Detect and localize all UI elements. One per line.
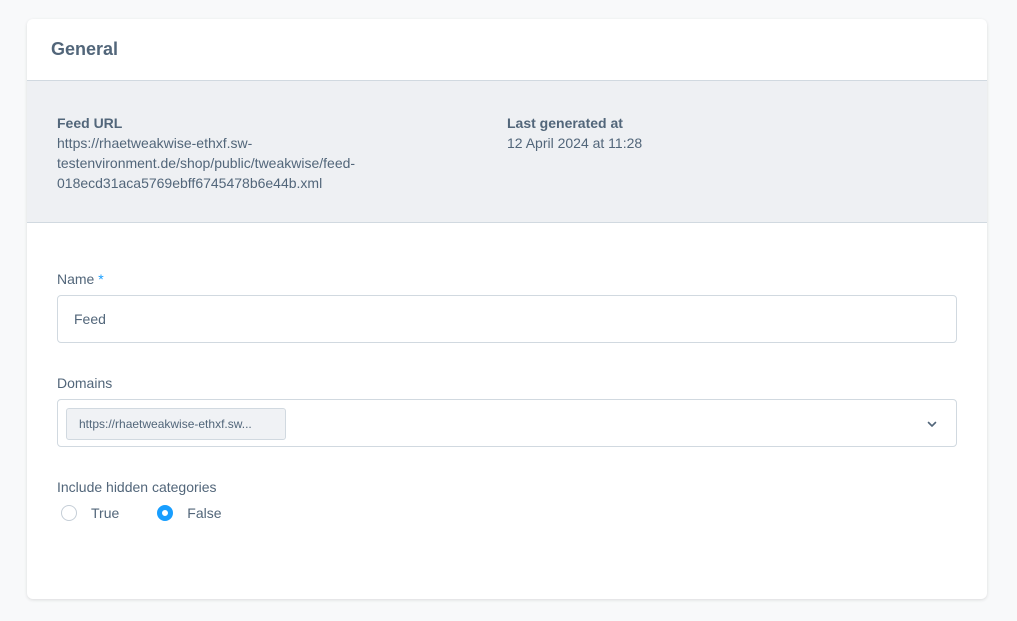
chevron-down-icon[interactable] — [926, 418, 938, 430]
hidden-categories-field-group: Include hidden categories True False — [57, 477, 957, 521]
domains-field-group: Domains https://rhaetweakwise-ethxf.sw..… — [57, 373, 957, 447]
name-input[interactable] — [57, 295, 957, 343]
feed-form: Name * Domains https://rhaetweakwise-eth… — [57, 223, 957, 521]
radio-false[interactable] — [157, 505, 174, 521]
radio-true[interactable] — [61, 505, 77, 521]
domains-select[interactable]: https://rhaetweakwise-ethxf.sw... — [57, 399, 957, 447]
card-header: General — [27, 19, 987, 81]
feed-url-block: Feed URL https://rhaetweakwise-ethxf.sw-… — [57, 113, 417, 193]
required-marker: * — [98, 271, 104, 287]
radio-false-label[interactable]: False — [187, 505, 221, 521]
hidden-categories-radio-group: True False — [57, 505, 957, 521]
card-title: General — [51, 39, 119, 59]
general-card: General Feed URL https://rhaetweakwise-e… — [27, 19, 987, 599]
name-label-text: Name — [57, 271, 95, 287]
feed-url-label: Feed URL — [57, 115, 123, 131]
radio-option-true[interactable]: True — [57, 505, 119, 521]
radio-option-false[interactable]: False — [153, 505, 222, 521]
feed-info-panel: Feed URL https://rhaetweakwise-ethxf.sw-… — [27, 81, 987, 223]
radio-true-label[interactable]: True — [91, 505, 119, 521]
last-generated-value: 12 April 2024 at 11:28 — [507, 135, 643, 151]
domains-label: Domains — [57, 375, 113, 391]
hidden-categories-label: Include hidden categories — [57, 479, 217, 495]
name-label: Name * — [57, 269, 957, 289]
feed-url-value: https://rhaetweakwise-ethxf.sw-testenvir… — [57, 135, 356, 191]
domain-tag[interactable]: https://rhaetweakwise-ethxf.sw... — [66, 408, 286, 440]
last-generated-label: Last generated at — [507, 115, 623, 131]
name-field-group: Name * — [57, 269, 957, 343]
last-generated-block: Last generated at 12 April 2024 at 11:28 — [507, 113, 807, 153]
